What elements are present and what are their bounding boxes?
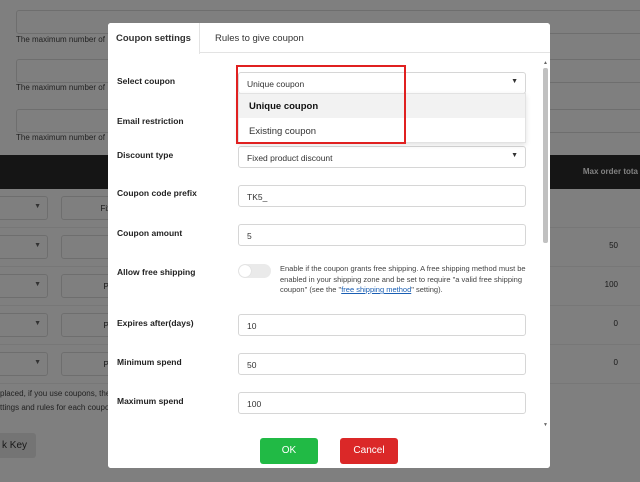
coupon-amount-label: Coupon amount bbox=[117, 228, 183, 238]
coupon-amount-input[interactable]: 5 bbox=[238, 224, 526, 246]
email-restriction-label: Email restriction bbox=[117, 116, 184, 126]
tab-coupon-settings[interactable]: Coupon settings bbox=[108, 23, 200, 54]
discount-type-select[interactable]: Fixed product discount ▼ bbox=[238, 146, 526, 168]
minimum-spend-label: Minimum spend bbox=[117, 357, 182, 367]
tab-rules-to-give-coupon[interactable]: Rules to give coupon bbox=[215, 23, 304, 53]
toggle-knob bbox=[239, 265, 251, 277]
scroll-up-icon[interactable]: ▲ bbox=[542, 60, 549, 66]
scrollbar-thumb[interactable] bbox=[543, 68, 548, 243]
maximum-spend-label: Maximum spend bbox=[117, 396, 184, 406]
modal-tabs: Coupon settings Rules to give coupon bbox=[108, 23, 550, 54]
allow-free-shipping-label: Allow free shipping bbox=[117, 267, 196, 277]
minimum-spend-input[interactable]: 50 bbox=[238, 353, 526, 375]
coupon-code-prefix-label: Coupon code prefix bbox=[117, 188, 197, 198]
free-shipping-method-link[interactable]: free shipping method bbox=[341, 285, 411, 294]
discount-type-label: Discount type bbox=[117, 150, 174, 160]
expires-after-input[interactable]: 10 bbox=[238, 314, 526, 336]
expires-after-label: Expires after(days) bbox=[117, 318, 194, 328]
free-shipping-help-text: Enable if the coupon grants free shippin… bbox=[280, 264, 526, 294]
ok-button[interactable]: OK bbox=[260, 438, 318, 464]
modal-footer: OK Cancel bbox=[108, 428, 550, 468]
maximum-spend-input[interactable]: 100 bbox=[238, 392, 526, 414]
select-coupon-label: Select coupon bbox=[117, 76, 176, 86]
allow-free-shipping-toggle[interactable] bbox=[238, 264, 271, 278]
chevron-down-icon: ▼ bbox=[511, 78, 518, 85]
red-highlight-box bbox=[236, 65, 406, 144]
chevron-down-icon: ▼ bbox=[511, 152, 518, 159]
coupon-code-prefix-input[interactable]: TK5_ bbox=[238, 185, 526, 207]
modal-scrollbar[interactable]: ▲ ▼ bbox=[542, 60, 549, 430]
coupon-settings-modal: Coupon settings Rules to give coupon Sel… bbox=[108, 23, 550, 468]
cancel-button[interactable]: Cancel bbox=[340, 438, 398, 464]
